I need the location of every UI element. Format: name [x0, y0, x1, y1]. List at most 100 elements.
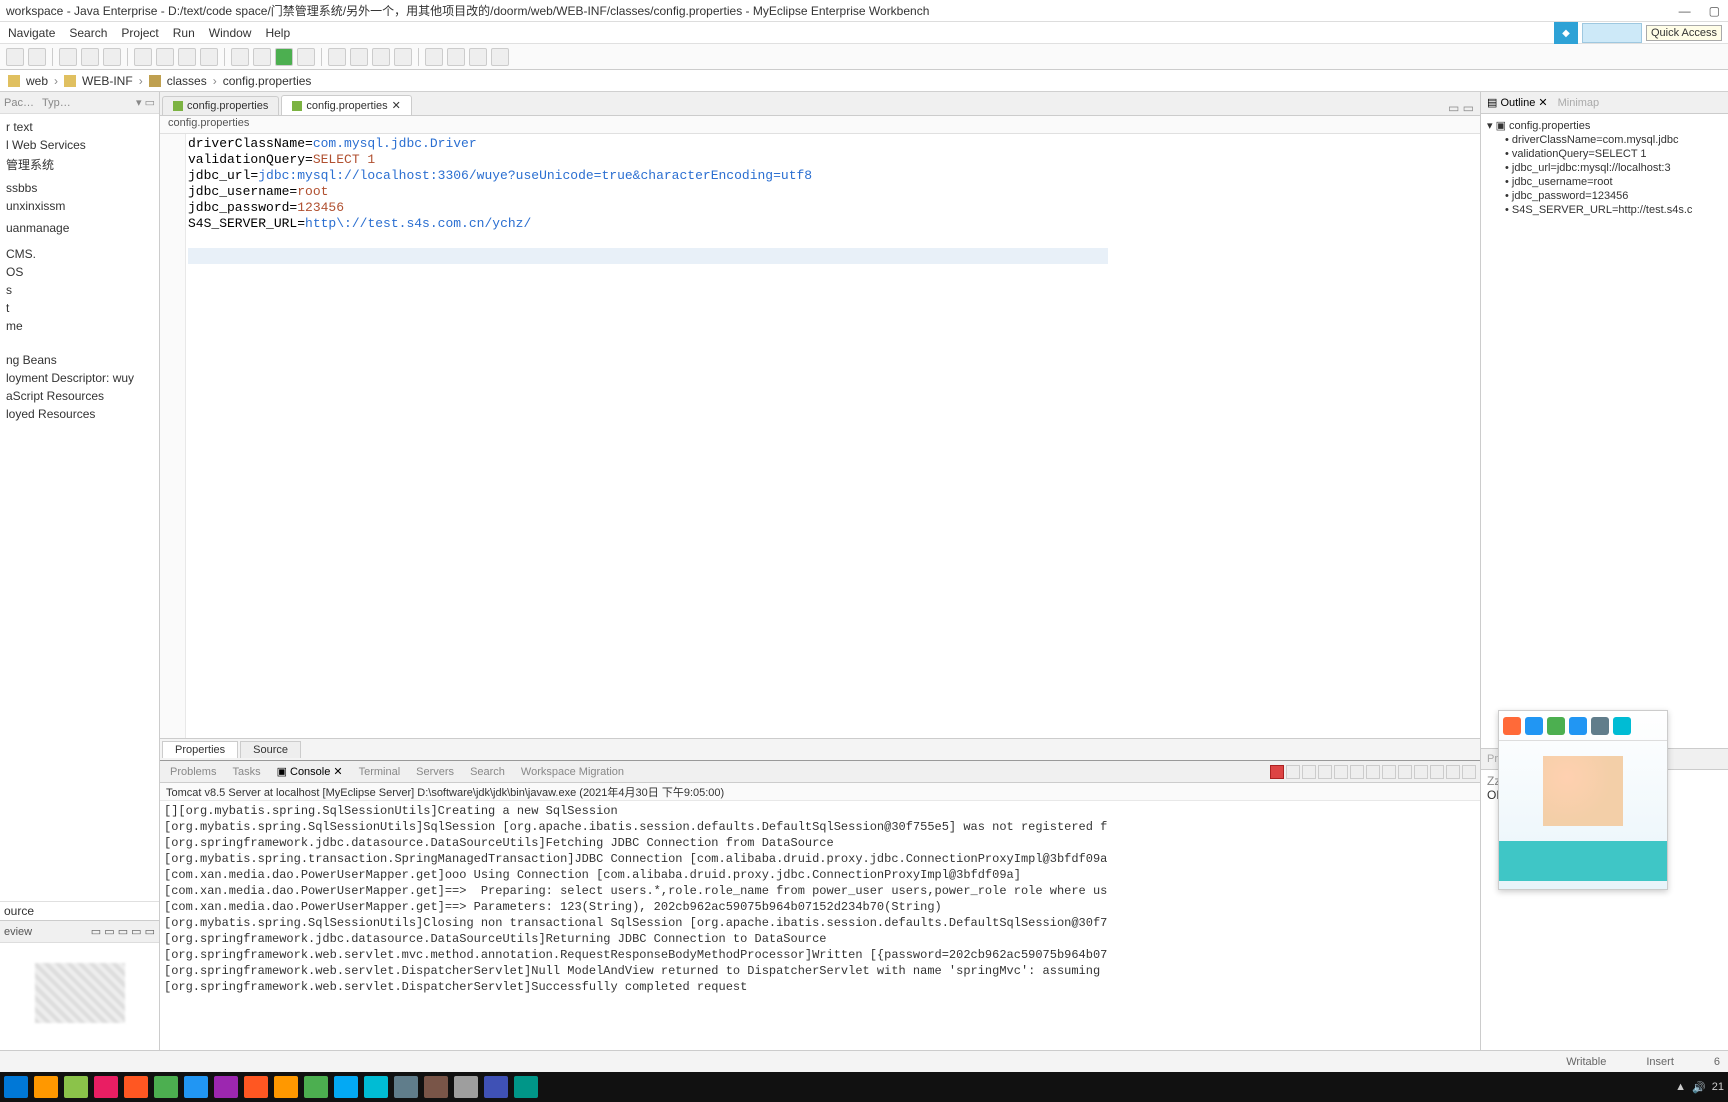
- taskbar-app-icon[interactable]: [454, 1076, 478, 1098]
- tree-item[interactable]: t: [2, 299, 157, 317]
- tab-search[interactable]: Search: [464, 764, 511, 780]
- package-explorer-tree[interactable]: r textl Web Services管理系统ssbbsunxinxissmu…: [0, 114, 159, 901]
- source-folder[interactable]: ource: [0, 901, 159, 920]
- terminate-button[interactable]: [1270, 765, 1284, 779]
- console-toolbar-button[interactable]: [1302, 765, 1316, 779]
- breadcrumb-segment[interactable]: WEB-INF: [82, 74, 133, 88]
- taskbar-app-icon[interactable]: [484, 1076, 508, 1098]
- preview-tab[interactable]: eview: [4, 926, 32, 938]
- tray-icon[interactable]: 🔊: [1692, 1081, 1706, 1094]
- assistant-tool-icon[interactable]: [1547, 717, 1565, 735]
- taskbar-app-icon[interactable]: [34, 1076, 58, 1098]
- toolbar-button[interactable]: [231, 48, 249, 66]
- console-toolbar-button[interactable]: [1318, 765, 1332, 779]
- toolbar-button[interactable]: [59, 48, 77, 66]
- tab-source[interactable]: Source: [240, 741, 301, 758]
- toolbar-button[interactable]: [491, 48, 509, 66]
- toolbar-button[interactable]: [103, 48, 121, 66]
- taskbar-app-icon[interactable]: [424, 1076, 448, 1098]
- window-minimize-icon[interactable]: —: [1679, 4, 1691, 18]
- menu-project[interactable]: Project: [121, 26, 158, 40]
- tab-properties[interactable]: Properties: [162, 741, 238, 758]
- menu-search[interactable]: Search: [69, 26, 107, 40]
- taskbar-app-icon[interactable]: [304, 1076, 328, 1098]
- toolbar-button[interactable]: [469, 48, 487, 66]
- editor-tab[interactable]: config.properties: [162, 96, 279, 115]
- outline-item[interactable]: • driverClassName=com.mysql.jdbc: [1505, 133, 1722, 147]
- assistant-tool-icon[interactable]: [1613, 717, 1631, 735]
- taskbar-app-icon[interactable]: [184, 1076, 208, 1098]
- system-tray[interactable]: ▲ 🔊 21: [1675, 1081, 1724, 1094]
- taskbar-app-icon[interactable]: [514, 1076, 538, 1098]
- console-toolbar-button[interactable]: [1430, 765, 1444, 779]
- assistant-tool-icon[interactable]: [1525, 717, 1543, 735]
- taskbar-app-icon[interactable]: [94, 1076, 118, 1098]
- tree-item[interactable]: r text: [2, 118, 157, 136]
- toolbar-button[interactable]: [200, 48, 218, 66]
- assistant-tool-icon[interactable]: [1591, 717, 1609, 735]
- taskbar-app-icon[interactable]: [214, 1076, 238, 1098]
- console-toolbar-button[interactable]: [1350, 765, 1364, 779]
- tree-item[interactable]: CMS.: [2, 245, 157, 263]
- tray-clock[interactable]: 21: [1712, 1081, 1724, 1093]
- assistant-tool-icon[interactable]: [1503, 717, 1521, 735]
- console-toolbar-button[interactable]: [1382, 765, 1396, 779]
- outline-view[interactable]: ▾ ▣ config.properties • driverClassName=…: [1481, 114, 1728, 748]
- taskbar-app-icon[interactable]: [244, 1076, 268, 1098]
- outline-item[interactable]: • jdbc_username=root: [1505, 175, 1722, 189]
- console-toolbar-button[interactable]: [1398, 765, 1412, 779]
- console-toolbar-button[interactable]: [1414, 765, 1428, 779]
- tree-item[interactable]: OS: [2, 263, 157, 281]
- toolbar-button[interactable]: [297, 48, 315, 66]
- perspective-icon[interactable]: ◆: [1554, 22, 1578, 44]
- tree-item[interactable]: 管理系统: [2, 154, 157, 175]
- toolbar-button[interactable]: [394, 48, 412, 66]
- breadcrumb-segment[interactable]: config.properties: [223, 74, 312, 88]
- console-toolbar-button[interactable]: [1286, 765, 1300, 779]
- tree-item[interactable]: me: [2, 317, 157, 335]
- toolbar-button[interactable]: [253, 48, 271, 66]
- console-toolbar-button[interactable]: [1334, 765, 1348, 779]
- toolbar-button[interactable]: [425, 48, 443, 66]
- tab-console[interactable]: ▣ Console ✕: [271, 763, 349, 780]
- tab-servers[interactable]: Servers: [410, 764, 460, 780]
- toolbar-button[interactable]: [178, 48, 196, 66]
- tray-icon[interactable]: ▲: [1675, 1081, 1686, 1093]
- tree-item[interactable]: aScript Resources: [2, 387, 157, 405]
- quick-access-label[interactable]: Quick Access: [1646, 25, 1722, 41]
- menu-window[interactable]: Window: [209, 26, 252, 40]
- toolbar-button[interactable]: [447, 48, 465, 66]
- tab-minimap[interactable]: Minimap: [1558, 97, 1600, 109]
- tab-problems[interactable]: Problems: [164, 764, 222, 780]
- tree-item[interactable]: uanmanage: [2, 219, 157, 237]
- tree-item[interactable]: l Web Services: [2, 136, 157, 154]
- tab-outline[interactable]: ▤ Outline ✕: [1487, 96, 1548, 109]
- run-button[interactable]: [275, 48, 293, 66]
- outline-item[interactable]: • validationQuery=SELECT 1: [1505, 147, 1722, 161]
- tab-terminal[interactable]: Terminal: [353, 764, 407, 780]
- tab-tasks[interactable]: Tasks: [226, 764, 266, 780]
- breadcrumb-segment[interactable]: classes: [167, 74, 207, 88]
- console-toolbar-button[interactable]: [1366, 765, 1380, 779]
- minimize-view-button[interactable]: [1446, 765, 1460, 779]
- menu-run[interactable]: Run: [173, 26, 195, 40]
- tree-item[interactable]: ng Beans: [2, 351, 157, 369]
- toolbar-button[interactable]: [134, 48, 152, 66]
- breadcrumb-segment[interactable]: web: [26, 74, 48, 88]
- tree-item[interactable]: unxinxissm: [2, 197, 157, 215]
- tree-item[interactable]: s: [2, 281, 157, 299]
- toolbar-button[interactable]: [6, 48, 24, 66]
- taskbar-app-icon[interactable]: [64, 1076, 88, 1098]
- taskbar-app-icon[interactable]: [394, 1076, 418, 1098]
- tree-item[interactable]: loyed Resources: [2, 405, 157, 423]
- editor-tab[interactable]: config.properties ✕: [281, 95, 412, 115]
- taskbar-app-icon[interactable]: [124, 1076, 148, 1098]
- taskbar-app-icon[interactable]: [274, 1076, 298, 1098]
- tab-workspace-migration[interactable]: Workspace Migration: [515, 764, 630, 780]
- view-tab[interactable]: Pac…: [4, 97, 34, 109]
- assistant-floating-panel[interactable]: [1498, 710, 1668, 890]
- assistant-footer[interactable]: [1499, 841, 1667, 881]
- view-tab[interactable]: Typ…: [42, 97, 71, 109]
- toolbar-button[interactable]: [372, 48, 390, 66]
- outline-item[interactable]: • S4S_SERVER_URL=http://test.s4s.c: [1505, 203, 1722, 217]
